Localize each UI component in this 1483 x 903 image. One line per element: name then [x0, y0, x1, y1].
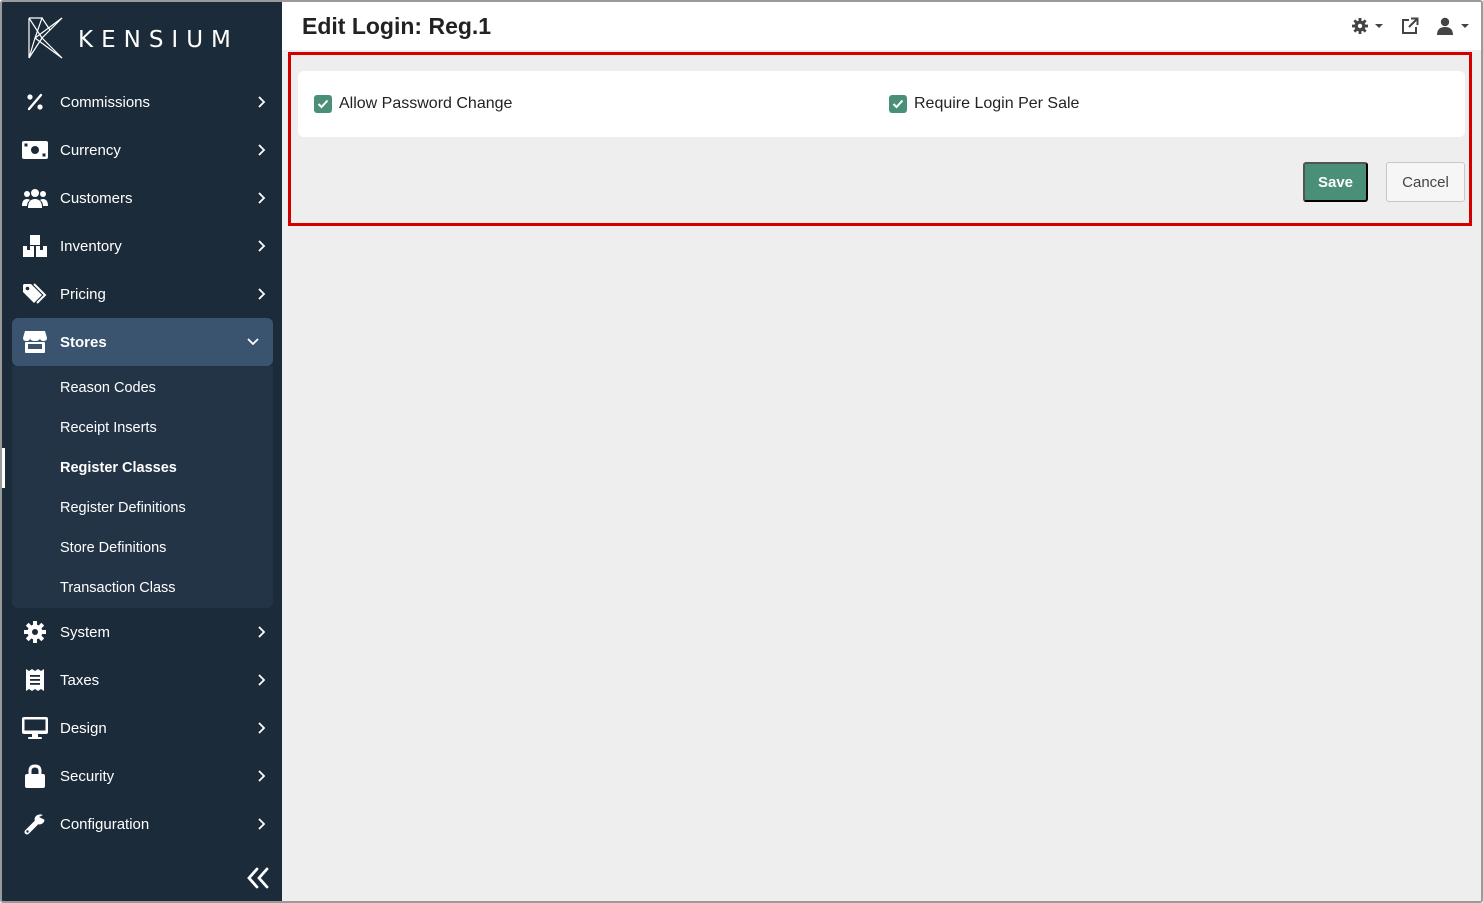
- chevron-right-icon: [242, 625, 282, 639]
- page-title: Edit Login: Reg.1: [302, 12, 492, 39]
- tags-icon: [22, 281, 48, 307]
- chevron-right-icon: [242, 239, 282, 253]
- app-window: KENSIUM Commissions Currency Customers I…: [0, 0, 1483, 903]
- submenu-item-register-definitions[interactable]: Register Definitions: [12, 488, 273, 528]
- receipt-icon: [22, 667, 48, 693]
- chevron-right-icon: [242, 143, 282, 157]
- checkbox-checked[interactable]: [889, 95, 907, 113]
- submenu-item-transaction-class[interactable]: Transaction Class: [12, 568, 273, 608]
- money-bill-icon: [22, 137, 48, 163]
- top-icons: [1351, 17, 1481, 35]
- chevron-right-icon: [242, 769, 282, 783]
- brand-name: KENSIUM: [78, 27, 239, 53]
- settings-dropdown-icon[interactable]: [1351, 17, 1383, 35]
- brand: KENSIUM: [2, 2, 282, 78]
- submenu-item-store-definitions[interactable]: Store Definitions: [12, 528, 273, 568]
- submenu-item-receipt-inserts[interactable]: Receipt Inserts: [12, 408, 273, 448]
- sidebar-item-label: Customers: [60, 189, 133, 207]
- top-bar: Edit Login: Reg.1: [282, 2, 1481, 50]
- chevron-right-icon: [242, 817, 282, 831]
- sidebar-item-label: Security: [60, 767, 115, 785]
- stores-submenu: Reason Codes Receipt Inserts Register Cl…: [2, 366, 273, 608]
- store-icon: [22, 329, 48, 355]
- chevron-right-icon: [242, 721, 282, 735]
- sidebar-item-label: Configuration: [60, 815, 150, 833]
- checkbox-label: Require Login Per Sale: [914, 95, 1080, 112]
- sidebar-item-configuration[interactable]: Configuration: [2, 800, 282, 848]
- chevron-right-icon: [242, 191, 282, 205]
- sidebar-item-label: System: [60, 623, 111, 641]
- sidebar-item-label: Stores: [60, 333, 107, 351]
- monitor-icon: [22, 715, 48, 741]
- checkbox-checked[interactable]: [314, 95, 332, 113]
- sidebar-item-security[interactable]: Security: [2, 752, 282, 800]
- sidebar-item-design[interactable]: Design: [2, 704, 282, 752]
- chevron-right-icon: [242, 287, 282, 301]
- wrench-icon: [22, 811, 48, 837]
- boxes-icon: [22, 233, 48, 259]
- submenu-item-register-classes[interactable]: Register Classes: [2, 448, 273, 488]
- sidebar-item-inventory[interactable]: Inventory: [2, 222, 282, 270]
- chevron-down-icon: [233, 337, 273, 347]
- login-options-card: Allow Password Change Require Login Per …: [298, 71, 1465, 137]
- double-chevron-left-icon: [245, 867, 271, 895]
- percent-icon: [22, 89, 48, 115]
- sidebar-item-label: Commissions: [60, 93, 151, 111]
- sidebar-item-stores[interactable]: Stores: [12, 318, 273, 366]
- sidebar-item-label: Currency: [60, 141, 121, 159]
- sidebar-item-label: Pricing: [60, 285, 106, 303]
- kensium-logo-icon: [26, 16, 66, 65]
- sidebar-item-commissions[interactable]: Commissions: [2, 78, 282, 126]
- submenu-item-reason-codes[interactable]: Reason Codes: [12, 368, 273, 408]
- sidebar-item-customers[interactable]: Customers: [2, 174, 282, 222]
- allow-password-change-checkbox[interactable]: Allow Password Change: [314, 95, 512, 113]
- save-button[interactable]: Save: [1303, 162, 1368, 202]
- cancel-button[interactable]: Cancel: [1386, 162, 1465, 202]
- sidebar-item-pricing[interactable]: Pricing: [2, 270, 282, 318]
- sidebar-item-label: Inventory: [60, 237, 122, 255]
- chevron-right-icon: [242, 95, 282, 109]
- collapse-sidebar-button[interactable]: [245, 865, 271, 891]
- sidebar-item-taxes[interactable]: Taxes: [2, 656, 282, 704]
- sidebar-item-currency[interactable]: Currency: [2, 126, 282, 174]
- lock-icon: [22, 763, 48, 789]
- sidebar-item-label: Taxes: [60, 671, 100, 689]
- chevron-right-icon: [242, 673, 282, 687]
- gear-icon: [22, 619, 48, 645]
- main-content: Edit Login: Reg.1 Allow Password Change …: [282, 2, 1481, 901]
- sidebar-item-system[interactable]: System: [2, 608, 282, 656]
- require-login-per-sale-checkbox[interactable]: Require Login Per Sale: [889, 95, 1079, 113]
- users-icon: [22, 185, 48, 211]
- sidebar-item-label: Design: [60, 719, 107, 737]
- external-link-icon[interactable]: [1401, 17, 1419, 35]
- sidebar: KENSIUM Commissions Currency Customers I…: [2, 2, 282, 901]
- checkbox-label: Allow Password Change: [339, 95, 513, 112]
- user-dropdown-icon[interactable]: [1437, 17, 1469, 35]
